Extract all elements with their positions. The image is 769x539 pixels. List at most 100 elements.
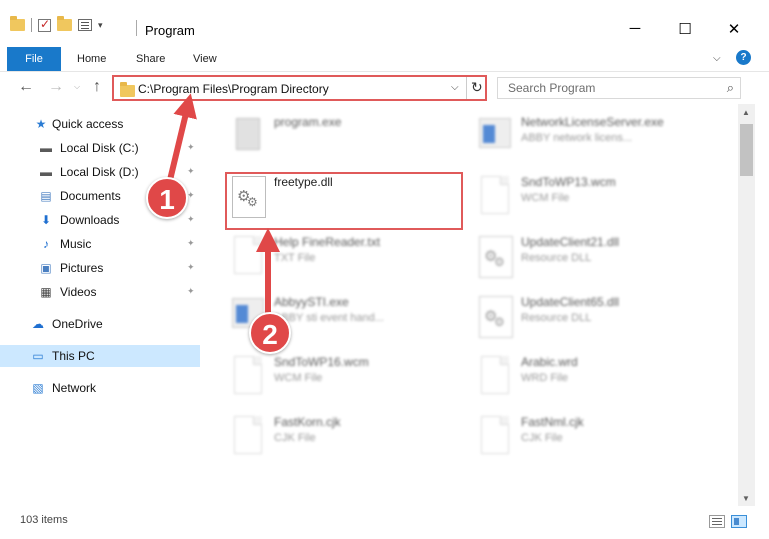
sidebar-item-label: Network bbox=[52, 381, 97, 395]
file-item[interactable]: NetworkLicenseServer.exe ABBY network lic… bbox=[477, 112, 717, 170]
sidebar-item-local-disk-c[interactable]: ▬ Local Disk (C:) ✦ bbox=[0, 137, 200, 159]
sidebar-item-label: Local Disk (C:) bbox=[60, 141, 139, 155]
sidebar-item-label: OneDrive bbox=[52, 317, 103, 331]
back-button[interactable]: ← bbox=[18, 78, 34, 96]
expand-ribbon-icon[interactable]: ⌵ bbox=[713, 53, 721, 64]
customize-icon[interactable] bbox=[78, 19, 92, 31]
folder-icon bbox=[120, 82, 135, 97]
tab-share[interactable]: Share bbox=[136, 53, 165, 65]
pin-icon[interactable]: ✦ bbox=[187, 214, 195, 225]
file-name: SndToWP16.wcm bbox=[274, 355, 369, 369]
new-folder-icon[interactable] bbox=[57, 16, 72, 31]
sidebar-item-music[interactable]: ♪ Music ✦ bbox=[0, 233, 200, 255]
sidebar-item-label: Pictures bbox=[60, 261, 104, 275]
scroll-up-icon[interactable]: ▲ bbox=[742, 108, 750, 117]
pin-icon[interactable]: ✦ bbox=[187, 142, 195, 153]
address-path[interactable]: C:\Program Files\Program Directory bbox=[138, 82, 329, 96]
help-icon[interactable]: ? bbox=[736, 50, 751, 65]
address-dropdown-button[interactable]: ⌵ bbox=[451, 82, 459, 93]
file-item[interactable]: ⚙ ⚙ UpdateClient65.dll Resource DLL bbox=[477, 292, 717, 350]
address-bar[interactable]: C:\Program Files\Program Directory ⌵ ↻ bbox=[112, 75, 487, 101]
forward-button[interactable]: → bbox=[48, 78, 64, 96]
tab-view[interactable]: View bbox=[193, 53, 217, 65]
file-type: TXT File bbox=[274, 252, 316, 264]
document-icon bbox=[230, 356, 266, 400]
maximize-button[interactable]: ☐ bbox=[675, 20, 695, 38]
file-name: FastNml.cjk bbox=[521, 415, 584, 429]
file-type: WCM File bbox=[274, 372, 323, 384]
file-item[interactable]: program.exe bbox=[230, 112, 470, 170]
documents-icon: ▤ bbox=[40, 189, 52, 203]
sidebar-item-onedrive[interactable]: ☁ OneDrive bbox=[0, 313, 200, 335]
item-count: 103 items bbox=[20, 514, 68, 526]
window-title: Program bbox=[145, 23, 195, 38]
pin-icon[interactable]: ✦ bbox=[187, 190, 195, 201]
properties-check-icon[interactable] bbox=[38, 17, 51, 32]
callout-1: 1 bbox=[146, 177, 188, 219]
sidebar-item-pictures[interactable]: ▣ Pictures ✦ bbox=[0, 257, 200, 279]
drive-icon: ▬ bbox=[40, 165, 52, 179]
file-name: UpdateClient21.dll bbox=[521, 235, 620, 249]
drive-icon: ▬ bbox=[40, 141, 52, 155]
search-input[interactable]: Search Program bbox=[508, 81, 595, 95]
sidebar-item-label: This PC bbox=[52, 349, 95, 363]
sidebar-item-network[interactable]: ▧ Network bbox=[0, 377, 200, 399]
file-item[interactable]: SndToWP13.wcm WCM File bbox=[477, 172, 717, 230]
search-box[interactable]: Search Program ⌕ bbox=[497, 77, 741, 99]
document-icon bbox=[477, 356, 513, 400]
program-icon bbox=[230, 116, 266, 160]
file-name: Arabic.wrd bbox=[521, 355, 578, 369]
sidebar-item-this-pc[interactable]: ▭ This PC bbox=[0, 345, 200, 367]
minimize-button[interactable]: ─ bbox=[625, 20, 645, 37]
refresh-button[interactable]: ↻ bbox=[471, 79, 483, 96]
file-name: Help FineReader.txt bbox=[274, 235, 381, 249]
title-bar: ▾ Program ─ ☐ ✕ bbox=[0, 0, 769, 42]
vertical-scrollbar[interactable]: ▲ ▼ bbox=[738, 104, 755, 506]
network-icon: ▧ bbox=[32, 381, 44, 395]
music-icon: ♪ bbox=[43, 237, 49, 251]
details-view-icon[interactable] bbox=[709, 515, 725, 528]
tab-home[interactable]: Home bbox=[77, 53, 106, 65]
sidebar-item-label: Local Disk (D:) bbox=[60, 165, 139, 179]
up-button[interactable]: ↑ bbox=[93, 78, 101, 96]
close-button[interactable]: ✕ bbox=[724, 20, 744, 38]
pin-icon[interactable]: ✦ bbox=[187, 238, 195, 249]
file-item[interactable]: FastKorn.cjk CJK File bbox=[230, 412, 470, 470]
chevron-down-icon[interactable]: ▾ bbox=[98, 20, 103, 31]
file-item[interactable]: FastNml.cjk CJK File bbox=[477, 412, 717, 470]
file-item[interactable]: SndToWP16.wcm WCM File bbox=[230, 352, 470, 410]
pictures-icon: ▣ bbox=[40, 261, 52, 275]
tab-file[interactable]: File bbox=[7, 47, 61, 71]
file-name: UpdateClient65.dll bbox=[521, 295, 620, 309]
sidebar-item-quick-access[interactable]: ★ Quick access bbox=[0, 113, 200, 135]
file-item[interactable]: ⚙ ⚙ UpdateClient21.dll Resource DLL bbox=[477, 232, 717, 290]
search-icon[interactable]: ⌕ bbox=[727, 80, 734, 96]
dll-icon: ⚙ ⚙ bbox=[477, 236, 513, 280]
file-type: CJK File bbox=[274, 432, 316, 444]
pin-icon[interactable]: ✦ bbox=[187, 166, 195, 177]
status-bar: 103 items bbox=[0, 506, 769, 539]
file-type: WRD File bbox=[521, 372, 569, 384]
pin-icon[interactable]: ✦ bbox=[187, 262, 195, 273]
scroll-down-icon[interactable]: ▼ bbox=[742, 494, 750, 503]
large-icons-view-icon[interactable] bbox=[731, 515, 747, 528]
file-name: FastKorn.cjk bbox=[274, 415, 341, 429]
recent-locations-button[interactable]: ⌵ bbox=[74, 82, 80, 92]
sidebar-item-videos[interactable]: ▦ Videos ✦ bbox=[0, 281, 200, 303]
ribbon: File Home Share View ⌵ ? bbox=[0, 42, 769, 72]
toolbar-separator bbox=[31, 18, 32, 32]
file-type: Resource DLL bbox=[521, 312, 592, 324]
document-icon bbox=[477, 416, 513, 460]
pin-icon[interactable]: ✦ bbox=[187, 286, 195, 297]
sidebar-item-label: Downloads bbox=[60, 213, 120, 227]
file-type: ABBY network licens... bbox=[521, 132, 633, 144]
download-icon: ⬇ bbox=[40, 213, 52, 227]
file-type: Resource DLL bbox=[521, 252, 592, 264]
file-list: program.exe NetworkLicenseServer.exe ABBY … bbox=[200, 104, 738, 506]
file-item[interactable]: Arabic.wrd WRD File bbox=[477, 352, 717, 410]
file-item[interactable]: Help FineReader.txt TXT File bbox=[230, 232, 470, 290]
scroll-thumb[interactable] bbox=[740, 124, 753, 176]
address-divider bbox=[466, 77, 467, 99]
videos-icon: ▦ bbox=[40, 285, 52, 299]
document-icon bbox=[477, 176, 513, 220]
